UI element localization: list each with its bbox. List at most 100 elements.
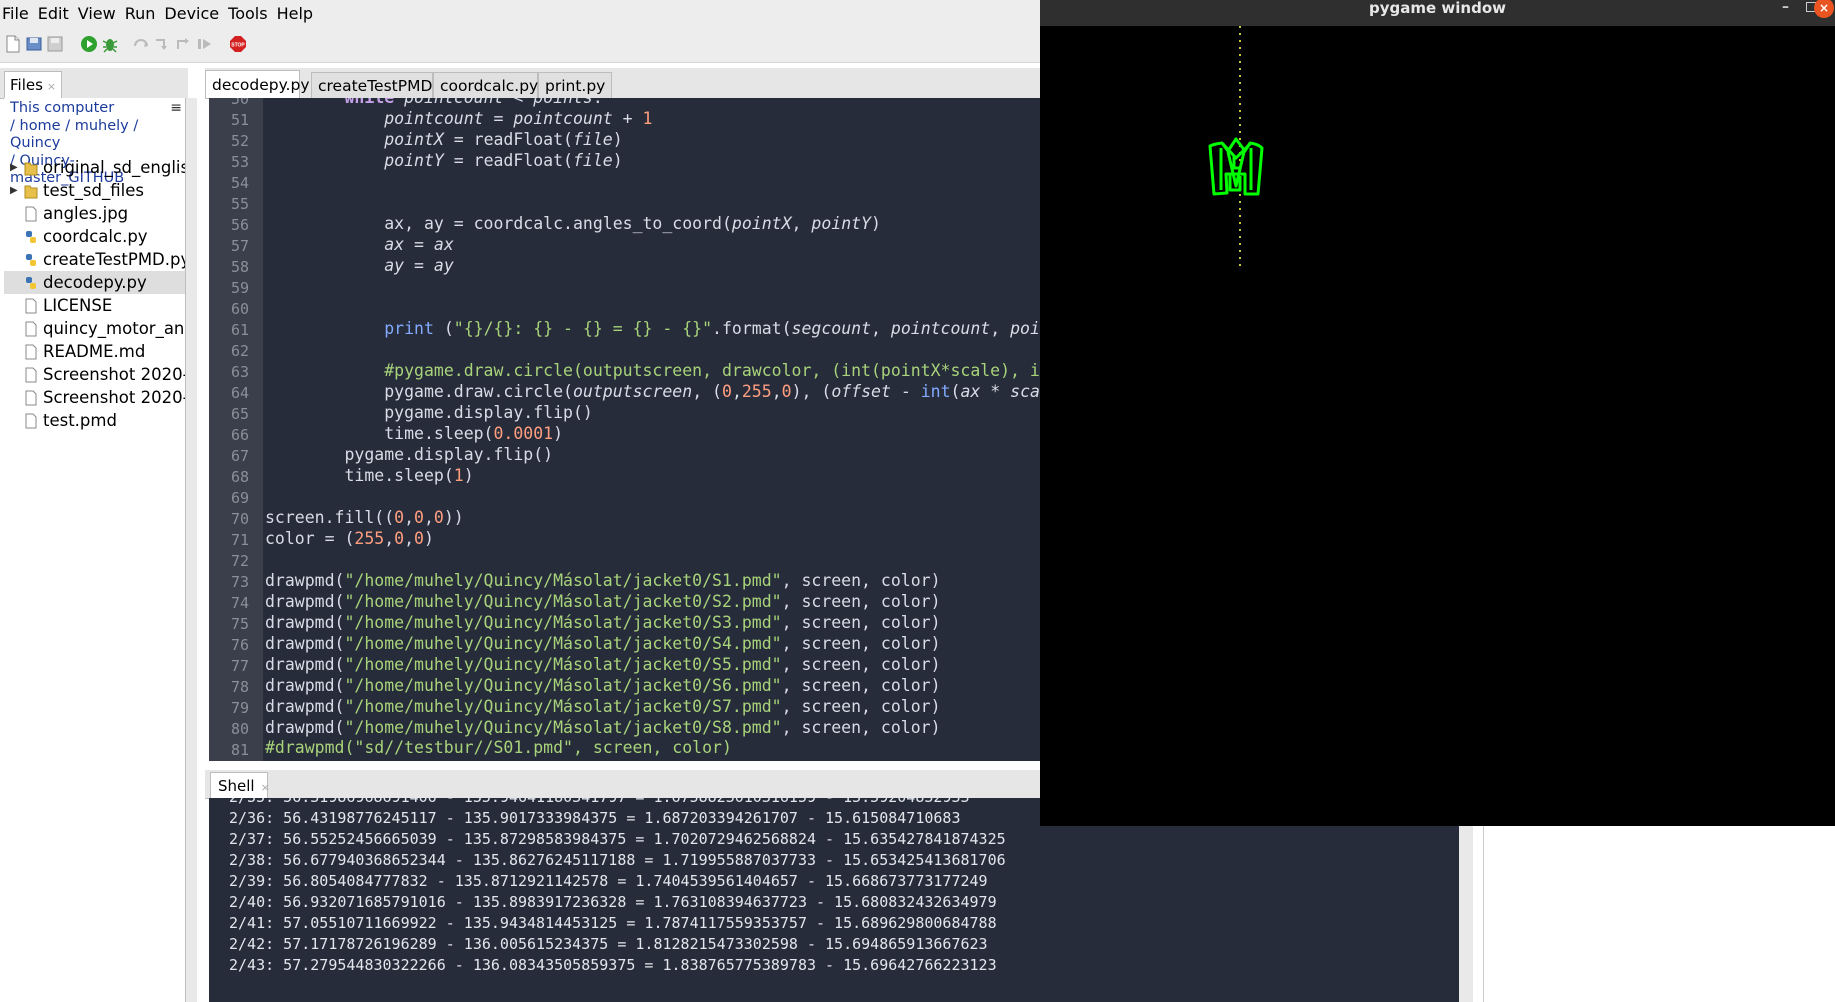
crumb-quincy[interactable]: Quincy: [10, 135, 60, 151]
code-line-55: ax, ay = coordcalc.angles_to_coord(point…: [384, 214, 881, 233]
step-over-icon[interactable]: [132, 35, 150, 53]
line-number: 74: [230, 594, 249, 612]
step-out-icon[interactable]: [174, 35, 192, 53]
pygame-titlebar[interactable]: pygame window – ×: [1040, 0, 1835, 26]
code-line-drawpmd: drawpmd("/home/muhely/Quincy/Másolat/jac…: [265, 571, 941, 590]
menu-device[interactable]: Device: [162, 4, 226, 23]
code-editor[interactable]: 50 51 52 53 54 55 56 57 58 59 60 61 62 63 64 65 66 67 68 69…: [209, 98, 1040, 761]
editor-tabbar: decodepy.py× createTestPMD.py coordcalc.…: [205, 68, 1040, 99]
shell-line: 2/41: 57.05510711669922 - 135.9434814453…: [229, 914, 997, 932]
menu-view[interactable]: View: [76, 4, 123, 23]
code-line-70: color = (255,0,0): [265, 529, 434, 548]
code-line-50: while pointcount < points:: [265, 98, 602, 107]
debug-icon[interactable]: [101, 35, 119, 53]
line-number: 50: [230, 98, 249, 108]
file-tree: ▶ original_sd_english ▶ test_sd_filesangles…: [4, 156, 187, 432]
hamburger-menu-icon[interactable]: ≡: [170, 100, 182, 118]
step-into-icon[interactable]: [153, 35, 171, 53]
line-number: 65: [230, 405, 249, 423]
shell-line: 2/36: 56.43198776245117 - 135.9017333984…: [229, 809, 961, 827]
line-number: 69: [230, 489, 249, 507]
file-tree-item[interactable]: ▶ test_sd_files: [4, 179, 187, 202]
pygame-window[interactable]: pygame window – ×: [1040, 0, 1835, 826]
expand-arrow-icon[interactable]: ▶: [10, 156, 18, 179]
python-file-icon: [26, 231, 36, 243]
file-icon: [25, 344, 37, 360]
file-tree-label: original_sd_english: [43, 158, 187, 177]
files-tabbar: Files ×: [0, 68, 188, 99]
line-number: 60: [230, 300, 249, 318]
line-number: 62: [230, 342, 249, 360]
file-tree-label: decodepy.py: [43, 273, 147, 292]
tab-createtestpmd[interactable]: createTestPMD.py: [311, 72, 456, 98]
file-tree-item[interactable]: ▶ original_sd_english: [4, 156, 187, 179]
file-tree-item[interactable]: coordcalc.py: [4, 225, 187, 248]
line-number: 81: [230, 741, 249, 759]
expand-arrow-icon[interactable]: ▶: [10, 179, 18, 202]
menu-tools[interactable]: Tools: [226, 4, 274, 23]
file-tree-label: LICENSE: [43, 296, 113, 315]
resume-icon[interactable]: [195, 35, 213, 53]
open-file-icon[interactable]: [25, 35, 43, 53]
line-number: 53: [230, 153, 249, 171]
close-icon[interactable]: ×: [47, 80, 56, 93]
menu-edit[interactable]: Edit: [36, 4, 76, 23]
file-tree-label: angles.jpg: [43, 204, 129, 223]
code-line-60: print ("{}/{}: {} - {} = {} - {}".format…: [384, 319, 1040, 338]
shell-line: 2/39: 56.8054084777832 - 135.87129211425…: [229, 872, 988, 890]
line-number: 52: [230, 132, 249, 150]
line-number: 75: [230, 615, 249, 633]
file-tree-item[interactable]: angles.jpg: [4, 202, 187, 225]
file-tree-item[interactable]: createTestPMD.py: [4, 248, 187, 271]
crumb-this-computer[interactable]: This computer: [10, 100, 180, 118]
run-icon[interactable]: [80, 35, 98, 53]
code-line-53: pointY = readFloat(file): [384, 151, 623, 170]
menu-help[interactable]: Help: [275, 4, 320, 23]
file-icon: [25, 321, 37, 337]
line-number: 55: [230, 195, 249, 213]
tab-label: coordcalc.py: [440, 77, 539, 95]
menu-file[interactable]: File: [0, 4, 36, 23]
file-tree-item[interactable]: test.pmd: [4, 409, 187, 432]
new-file-icon[interactable]: [4, 35, 22, 53]
file-tree-item[interactable]: README.md: [4, 340, 187, 363]
line-number: 54: [230, 174, 249, 192]
shell-scrollbar[interactable]: [1459, 798, 1473, 1002]
line-number: 59: [230, 279, 249, 297]
save-file-icon[interactable]: [46, 35, 64, 53]
files-scrollbar[interactable]: [185, 98, 197, 1002]
code-line-69: screen.fill((0,0,0)): [265, 508, 464, 527]
crumb-home[interactable]: home: [20, 118, 61, 134]
tab-decodepy[interactable]: decodepy.py×: [205, 70, 325, 98]
file-tree-item[interactable]: LICENSE: [4, 294, 187, 317]
shell-line: 2/35: 56.31986968691406 - 135.9464118034…: [229, 798, 970, 806]
close-icon[interactable]: ×: [261, 781, 270, 794]
file-icon: [25, 367, 37, 383]
crumb-muhely[interactable]: muhely: [75, 118, 129, 134]
line-number: 68: [230, 468, 249, 486]
tab-shell[interactable]: Shell ×: [210, 772, 270, 798]
code-line-62: #pygame.draw.circle(outputscreen, drawco…: [384, 361, 1040, 380]
menu-run[interactable]: Run: [123, 4, 163, 23]
file-icon: [25, 390, 37, 406]
line-number: 61: [230, 321, 249, 339]
minimize-icon[interactable]: –: [1782, 0, 1789, 14]
tab-coordcalc[interactable]: coordcalc.py: [433, 72, 538, 98]
shell-output[interactable]: 2/35: 56.31986968691406 - 135.9464118034…: [209, 798, 1459, 1002]
stop-icon[interactable]: STOP: [229, 35, 247, 53]
shell-line: 2/40: 56.932071685791016 - 135.898391723…: [229, 893, 997, 911]
close-icon[interactable]: ×: [1814, 0, 1834, 18]
file-tree-label: Screenshot 2020-: [43, 365, 187, 384]
line-number-gutter: 50 51 52 53 54 55 56 57 58 59 60 61 62 63 64 65 66 67 68 69…: [209, 98, 263, 761]
file-tree-item[interactable]: Screenshot 2020-: [4, 363, 187, 386]
code-line-63: pygame.draw.circle(outputscreen, (0,255,…: [384, 382, 1040, 401]
tab-print[interactable]: print.py: [538, 72, 612, 98]
file-tree-item[interactable]: decodepy.py: [4, 271, 187, 294]
line-number: 76: [230, 636, 249, 654]
file-tree-item[interactable]: Screenshot 2020-: [4, 386, 187, 409]
line-number: 63: [230, 363, 249, 381]
line-number: 73: [230, 573, 249, 591]
file-tree-item[interactable]: quincy_motor_angles: [4, 317, 187, 340]
python-file-icon: [26, 277, 36, 289]
files-tab[interactable]: Files ×: [4, 71, 62, 98]
